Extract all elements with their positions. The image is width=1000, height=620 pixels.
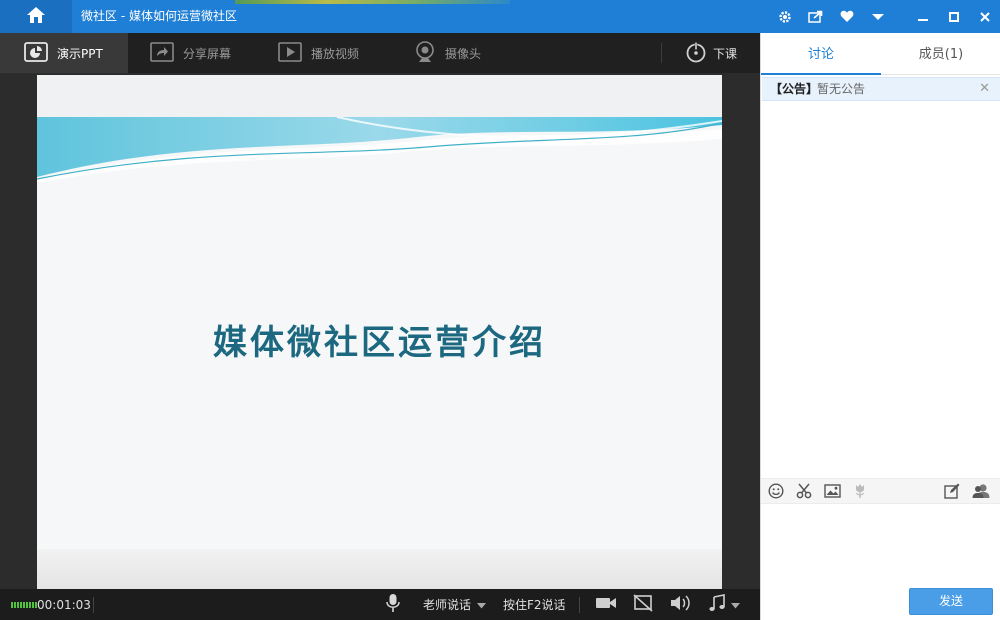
video-camera-icon [595, 596, 617, 613]
title-bar: 微社区 - 媒体如何运营微社区 [0, 0, 1000, 33]
status-divider [93, 597, 94, 613]
favorite-button[interactable] [831, 0, 862, 33]
share-icon [808, 10, 823, 23]
close-button[interactable] [969, 0, 1000, 33]
volume-level-indicator [11, 602, 37, 608]
users-icon [972, 483, 990, 502]
toolbar-divider [661, 43, 662, 63]
close-icon [979, 11, 990, 22]
end-class-button[interactable]: 下课 [685, 33, 737, 73]
settings-button[interactable] [769, 0, 800, 33]
end-class-label: 下课 [713, 46, 738, 61]
home-button[interactable] [0, 0, 72, 33]
microphone-button[interactable] [386, 589, 400, 620]
screen-off-icon [633, 594, 653, 615]
speaker-mode-select[interactable]: 老师说话 [423, 589, 487, 620]
chevron-down-icon [731, 598, 740, 612]
announcement-bar: 【公告】 暂无公告 ✕ [762, 77, 1000, 101]
share-button[interactable] [800, 0, 831, 33]
tool-webcam[interactable]: 摄像头 [414, 33, 481, 73]
music-menu-button[interactable] [709, 589, 740, 620]
tab-members[interactable]: 成员(1) [881, 33, 1000, 75]
slide-header-band [37, 75, 722, 117]
main-toolbar: 演示PPT 分享屏幕 播放视频 摄像头 下课 [0, 33, 760, 73]
side-panel: 讨论 成员(1) 【公告】 暂无公告 ✕ 发送 [760, 33, 1000, 620]
share-screen-icon [150, 41, 174, 65]
home-icon [26, 6, 46, 27]
slide-title: 媒体微社区运营介绍 [213, 323, 546, 363]
class-timer: 00:01:03 [37, 597, 91, 612]
status-bar: 00:01:03 老师说话 按住F2说话 [0, 589, 760, 620]
speaker-volume-button[interactable] [670, 589, 692, 620]
tool-present-ppt[interactable]: 演示PPT [0, 33, 128, 73]
tool-label: 摄像头 [445, 46, 482, 61]
slide-footer-band [37, 549, 722, 589]
minimize-icon [917, 12, 928, 22]
edit-icon [944, 483, 960, 502]
push-to-talk-button[interactable]: 按住F2说话 [503, 589, 566, 620]
tool-label: 播放视频 [311, 46, 360, 61]
tool-share-screen[interactable]: 分享屏幕 [150, 33, 231, 73]
camera-toggle-button[interactable] [595, 589, 617, 620]
settings-icon [778, 10, 792, 24]
title-decoration [235, 0, 510, 4]
image-icon [823, 483, 841, 501]
slide-wave-decoration [37, 117, 722, 183]
tool-label: 分享屏幕 [183, 46, 232, 61]
tab-discussion[interactable]: 讨论 [761, 33, 881, 75]
chat-input-area[interactable] [761, 505, 1000, 585]
chevron-down-icon [477, 598, 487, 612]
announcement-text: 暂无公告 [817, 82, 866, 96]
heart-icon [840, 10, 854, 23]
end-class-icon [685, 41, 707, 66]
maximize-button[interactable] [938, 0, 969, 33]
ppt-icon [24, 41, 48, 65]
maximize-icon [948, 11, 959, 22]
microphone-icon [386, 593, 400, 616]
webcam-icon [414, 40, 436, 66]
status-divider [579, 597, 580, 613]
edit-note-button[interactable] [943, 483, 961, 501]
screenshot-button[interactable] [795, 483, 813, 501]
panel-tabs: 讨论 成员(1) [761, 33, 1000, 75]
window-title: 微社区 - 媒体如何运营微社区 [81, 9, 237, 23]
emoji-icon [768, 482, 784, 502]
scissors-icon [796, 483, 812, 502]
close-icon[interactable]: ✕ [979, 78, 990, 100]
chat-toolbar [761, 478, 1000, 504]
dropdown-icon [871, 13, 884, 21]
play-video-icon [278, 41, 302, 65]
screen-share-toggle-button[interactable] [633, 589, 653, 620]
push-to-talk-label: 按住F2说话 [503, 598, 566, 612]
send-button[interactable]: 发送 [909, 588, 993, 615]
presentation-stage: 媒体微社区运营介绍 [0, 73, 760, 589]
minimize-button[interactable] [907, 0, 938, 33]
tool-label: 演示PPT [57, 46, 103, 61]
speaker-icon [670, 594, 692, 615]
tool-play-video[interactable]: 播放视频 [278, 33, 359, 73]
ppt-slide: 媒体微社区运营介绍 [37, 75, 722, 589]
user-list-button[interactable] [972, 483, 990, 501]
menu-dropdown-button[interactable] [862, 0, 893, 33]
music-note-icon [709, 594, 725, 615]
emoji-button[interactable] [767, 482, 785, 502]
image-button[interactable] [823, 483, 841, 501]
speaker-mode-label: 老师说话 [423, 598, 472, 612]
flower-button[interactable] [851, 483, 869, 501]
flower-icon [853, 483, 867, 502]
announcement-label: 【公告】 [770, 82, 819, 96]
